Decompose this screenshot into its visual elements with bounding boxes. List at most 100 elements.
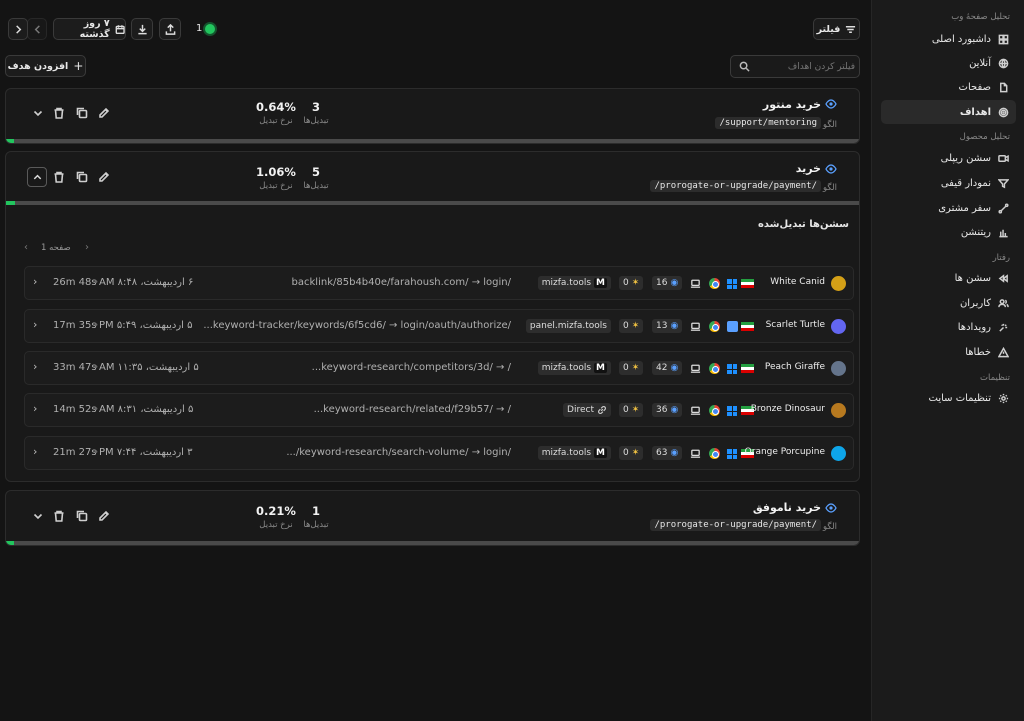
session-duration: 14m 52s [53, 404, 97, 415]
share-button[interactable] [159, 18, 181, 40]
date-range-button[interactable]: ۷ روز گذشته [53, 18, 126, 40]
edit-button[interactable] [98, 107, 110, 119]
rate-value: 1.06% [256, 165, 296, 179]
globe-icon [998, 58, 1009, 68]
events-count: 0 [623, 363, 629, 373]
rate-stat: 1.06% نرخ تبدیل [246, 165, 306, 191]
video-icon [998, 154, 1009, 162]
session-row[interactable]: › 26m 48s • ۶ اردیبهشت، AM ۸:۴۸ backlink/85b… [24, 266, 854, 300]
eye-icon [825, 99, 837, 109]
expand-row-icon[interactable]: › [33, 445, 37, 458]
expand-row-icon[interactable]: › [33, 402, 37, 415]
funnel-icon [998, 178, 1009, 188]
sidebar-item[interactable]: کاربران [881, 291, 1016, 315]
source-badge: M [594, 278, 607, 288]
pattern-label: الگو [822, 120, 837, 130]
sidebar-item[interactable]: تنظیمات سایت [881, 386, 1016, 410]
expand-button[interactable] [32, 107, 44, 119]
events-icon [999, 323, 1008, 332]
sidebar-item[interactable]: ریتنشن [881, 220, 1016, 244]
download-button[interactable] [131, 18, 153, 40]
source-label: mizfa.tools [541, 363, 592, 373]
goal-title: خرید ناموفق [752, 501, 821, 514]
sidebar-item[interactable]: سفر مشتری [881, 196, 1016, 220]
sidebar-item[interactable]: صفحات [881, 75, 1016, 99]
sidebar-item-label: آنلاین [969, 57, 991, 69]
pattern-label: الگو [822, 183, 837, 193]
session-row[interactable]: › 14m 52s • ۵ اردیبهشت، AM ۸:۳۱ ...keyword-r… [24, 393, 854, 427]
gear-icon [998, 393, 1009, 403]
copy-button[interactable] [76, 171, 88, 183]
trash-icon [54, 171, 64, 183]
session-date: ۵ اردیبهشت، PM ۵:۴۹ [99, 320, 193, 331]
prev-range-button[interactable] [27, 18, 47, 40]
events-count-tag: 0 ✶ [619, 361, 644, 375]
users-icon [998, 298, 1009, 307]
delete-button[interactable] [53, 510, 65, 522]
sidebar-item[interactable]: داشبورد اصلی [881, 27, 1016, 51]
sidebar-item[interactable]: خطاها [881, 340, 1016, 364]
delete-button[interactable] [53, 171, 65, 183]
visitor-avatar [831, 446, 846, 461]
goal-progress-bar [6, 201, 859, 205]
session-row[interactable]: › 33m 47s • ۵ اردیبهشت، AM ۱۱:۳۵ ...keyword-… [24, 351, 854, 385]
sidebar-section-behavior: رفتار [992, 253, 1010, 263]
visitor-avatar [831, 403, 846, 418]
laptop-icon [690, 278, 701, 292]
goal-pattern: /prorogate-or-upgrade/payment/ [650, 519, 821, 531]
visitor-avatar [831, 361, 846, 376]
source-badge: M [594, 363, 607, 373]
goal-title: خرید منتور [762, 98, 821, 111]
sidebar-item[interactable]: آنلاین [881, 51, 1016, 75]
session-path: .../keyword-research/search-volume/ → lo… [286, 447, 511, 458]
main-panel: ۷ روز گذشته 1 فیلتر افزودن هدف + خرید من… [0, 0, 871, 721]
edit-icon [99, 510, 110, 521]
source-tag: panel.mizfa.tools [525, 319, 611, 333]
pageviews-tag: 16 ◉ [652, 276, 683, 290]
add-goal-button[interactable]: افزودن هدف + [5, 55, 86, 77]
events-count: 0 [623, 278, 629, 288]
expand-button[interactable] [32, 510, 44, 522]
sessions-icon [998, 273, 1008, 283]
eye-icon: ◉ [670, 363, 679, 373]
goal-search-input[interactable] [755, 58, 855, 75]
sidebar-item[interactable]: سشن ها [881, 266, 1016, 290]
chrome-icon [709, 448, 720, 459]
delete-button[interactable] [53, 107, 65, 119]
laptop-icon [690, 363, 701, 377]
visitor-name: White Canid [770, 277, 825, 287]
session-row[interactable]: › 17m 35s • ۵ اردیبهشت، PM ۵:۴۹ ...keyword-t… [24, 309, 854, 343]
filter-button[interactable]: فیلتر [813, 18, 860, 40]
expand-row-icon[interactable]: › [33, 360, 37, 373]
retention-icon [999, 229, 1008, 237]
add-goal-label: افزودن هدف [7, 60, 69, 72]
sidebar-item[interactable]: نمودار قیفی [881, 171, 1016, 195]
sidebar-section-settings: تنظیمات [980, 373, 1010, 383]
plus-icon: + [73, 59, 84, 73]
edit-button[interactable] [98, 510, 110, 522]
session-row[interactable]: › 21m 27s • ۳ اردیبهشت، PM ۷:۴۴ .../keyword-… [24, 436, 854, 470]
visitor-avatar [831, 319, 846, 334]
expand-row-icon[interactable]: › [33, 318, 37, 331]
collapse-button[interactable] [27, 167, 47, 187]
sidebar-item[interactable]: اهداف [881, 100, 1016, 124]
pager-next-button[interactable]: › [85, 242, 89, 253]
sessions-title: سشن‌ها تبدیل‌شده [758, 219, 849, 230]
goal-progress-bar [6, 139, 859, 143]
filter-icon [846, 25, 856, 33]
sidebar-item-label: رویدادها [957, 321, 991, 333]
edit-button[interactable] [98, 171, 110, 183]
sidebar-section-product: تحلیل محصول [959, 132, 1010, 142]
pager-prev-button[interactable]: ‹ [24, 242, 28, 253]
copy-button[interactable] [76, 510, 88, 522]
expand-row-icon[interactable]: › [33, 275, 37, 288]
chevron-up-icon [33, 174, 41, 179]
sidebar-item[interactable]: رویدادها [881, 315, 1016, 339]
sidebar-item-label: خطاها [965, 346, 991, 358]
sidebar-item[interactable]: سشن ریپلی [881, 146, 1016, 170]
copy-button[interactable] [76, 107, 88, 119]
next-range-button[interactable] [8, 18, 28, 40]
goal-search-box[interactable] [730, 55, 860, 78]
journey-icon [998, 202, 1009, 214]
sidebar-item-label: سفر مشتری [938, 202, 991, 214]
